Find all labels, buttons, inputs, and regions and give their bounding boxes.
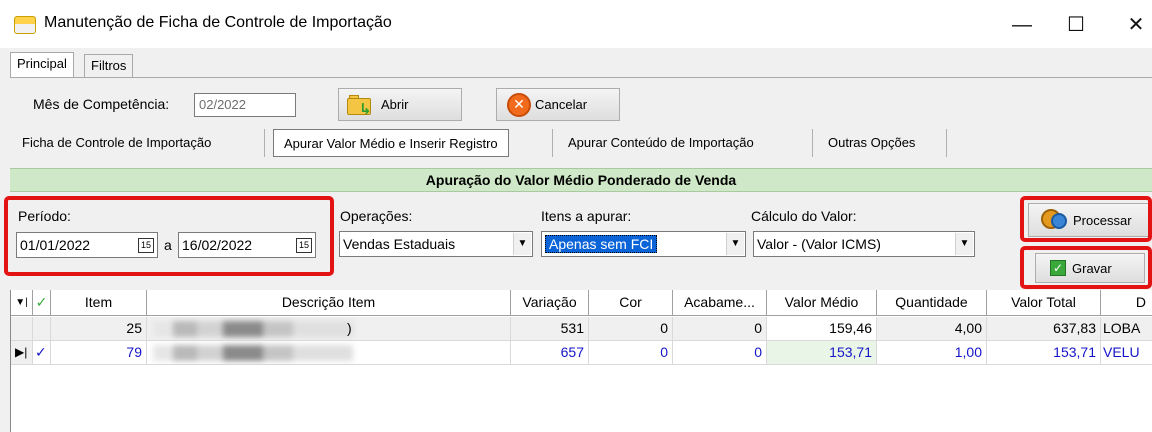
header-acabamento[interactable]: Acabame... bbox=[673, 290, 767, 316]
cell-d[interactable]: VELU bbox=[1101, 341, 1152, 365]
cell-item[interactable]: 25 bbox=[51, 317, 147, 341]
header-valor-medio[interactable]: Valor Médio bbox=[767, 290, 877, 316]
cell-valor-medio[interactable]: 159,46 bbox=[767, 317, 877, 341]
calculo-valor-select[interactable]: Valor - (Valor ICMS) ▼ bbox=[753, 231, 975, 257]
itens-apurar-select[interactable]: Apenas sem FCI ▼ bbox=[541, 231, 746, 257]
minimize-button[interactable]: — bbox=[1002, 10, 1042, 40]
operacoes-select[interactable]: Vendas Estaduais ▼ bbox=[339, 231, 533, 257]
cell-quantidade[interactable]: 4,00 bbox=[877, 317, 987, 341]
cell-acabamento[interactable]: 0 bbox=[673, 317, 767, 341]
operacoes-value: Vendas Estaduais bbox=[343, 236, 456, 252]
header-descricao[interactable]: Descrição Item bbox=[147, 290, 511, 316]
cancelar-button-label: Cancelar bbox=[535, 97, 588, 112]
header-valor-total[interactable]: Valor Total bbox=[987, 290, 1101, 316]
cell-variacao[interactable]: 531 bbox=[511, 317, 589, 341]
app-icon bbox=[14, 16, 36, 34]
tab-divider bbox=[10, 77, 1152, 78]
cell-cor[interactable]: 0 bbox=[589, 317, 673, 341]
header-quantidade[interactable]: Quantidade bbox=[877, 290, 987, 316]
row-indicator[interactable] bbox=[11, 317, 33, 341]
cell-cor[interactable]: 0 bbox=[589, 341, 673, 365]
window-title: Manutenção de Ficha de Controle de Impor… bbox=[44, 14, 392, 31]
row-check[interactable]: ✓ bbox=[33, 341, 51, 365]
items-grid[interactable]: ▼| ✓ Item Descrição Item Variação Cor Ac… bbox=[10, 290, 1152, 432]
header-check[interactable]: ✓ bbox=[33, 290, 51, 316]
redacted-text bbox=[153, 321, 353, 337]
mes-competencia-label: Mês de Competência: bbox=[33, 96, 170, 112]
header-cor[interactable]: Cor bbox=[589, 290, 673, 316]
cell-valor-total[interactable]: 637,83 bbox=[987, 317, 1101, 341]
maximize-button[interactable]: ☐ bbox=[1056, 10, 1096, 40]
subtab-separator bbox=[812, 129, 813, 157]
subtab-separator bbox=[552, 129, 553, 157]
cell-d[interactable]: LOBA bbox=[1101, 317, 1152, 341]
abrir-button[interactable]: ↳ Abrir bbox=[338, 88, 462, 121]
highlight-processar bbox=[1020, 196, 1152, 242]
row-indicator-current[interactable]: ▶| bbox=[11, 341, 33, 365]
cell-variacao[interactable]: 657 bbox=[511, 341, 589, 365]
subtab-apurar-conteudo[interactable]: Apurar Conteúdo de Importação bbox=[560, 128, 762, 158]
calculo-valor-value: Valor - (Valor ICMS) bbox=[757, 236, 881, 252]
cell-descricao-text: ) bbox=[347, 320, 352, 336]
title-bar: Manutenção de Ficha de Controle de Impor… bbox=[0, 0, 1152, 48]
close-button[interactable]: ✕ bbox=[1116, 10, 1152, 40]
column-menu-icon[interactable]: ▼| bbox=[11, 290, 33, 316]
mes-competencia-input[interactable]: 02/2022 bbox=[194, 93, 296, 117]
abrir-button-label: Abrir bbox=[381, 97, 409, 112]
cell-valor-medio[interactable]: 153,71 bbox=[767, 341, 877, 365]
cancelar-button[interactable]: ✕ Cancelar bbox=[496, 88, 620, 121]
subtab-separator bbox=[264, 129, 265, 157]
header-d[interactable]: D bbox=[1101, 290, 1152, 316]
row-check[interactable] bbox=[33, 317, 51, 341]
itens-apurar-label: Itens a apurar: bbox=[541, 208, 632, 224]
highlight-gravar bbox=[1020, 246, 1152, 289]
cell-item[interactable]: 79 bbox=[51, 341, 147, 365]
redacted-text bbox=[153, 345, 353, 361]
section-title: Apuração do Valor Médio Ponderado de Ven… bbox=[10, 168, 1152, 192]
chevron-down-icon[interactable]: ▼ bbox=[955, 233, 973, 255]
tab-principal[interactable]: Principal bbox=[10, 52, 74, 78]
cell-descricao[interactable]: ) bbox=[147, 317, 511, 341]
open-folder-icon: ↳ bbox=[347, 94, 375, 118]
chevron-down-icon[interactable]: ▼ bbox=[726, 233, 744, 255]
chevron-down-icon[interactable]: ▼ bbox=[513, 233, 531, 255]
operacoes-label: Operações: bbox=[340, 208, 413, 224]
subtab-ficha-controle[interactable]: Ficha de Controle de Importação bbox=[14, 128, 219, 158]
itens-apurar-value: Apenas sem FCI bbox=[545, 235, 658, 253]
cell-descricao[interactable] bbox=[147, 341, 511, 365]
cell-valor-total[interactable]: 153,71 bbox=[987, 341, 1101, 365]
highlight-periodo bbox=[4, 196, 334, 276]
cell-acabamento[interactable]: 0 bbox=[673, 341, 767, 365]
tab-filtros[interactable]: Filtros bbox=[84, 54, 134, 78]
calculo-valor-label: Cálculo do Valor: bbox=[751, 208, 857, 224]
header-variacao[interactable]: Variação bbox=[511, 290, 589, 316]
subtab-outras-opcoes[interactable]: Outras Opções bbox=[820, 128, 923, 158]
cell-quantidade[interactable]: 1,00 bbox=[877, 341, 987, 365]
subtab-separator bbox=[946, 129, 947, 157]
header-item[interactable]: Item bbox=[51, 290, 147, 316]
cancel-icon: ✕ bbox=[507, 92, 531, 117]
subtab-apurar-valor-medio[interactable]: Apurar Valor Médio e Inserir Registro bbox=[273, 129, 509, 157]
